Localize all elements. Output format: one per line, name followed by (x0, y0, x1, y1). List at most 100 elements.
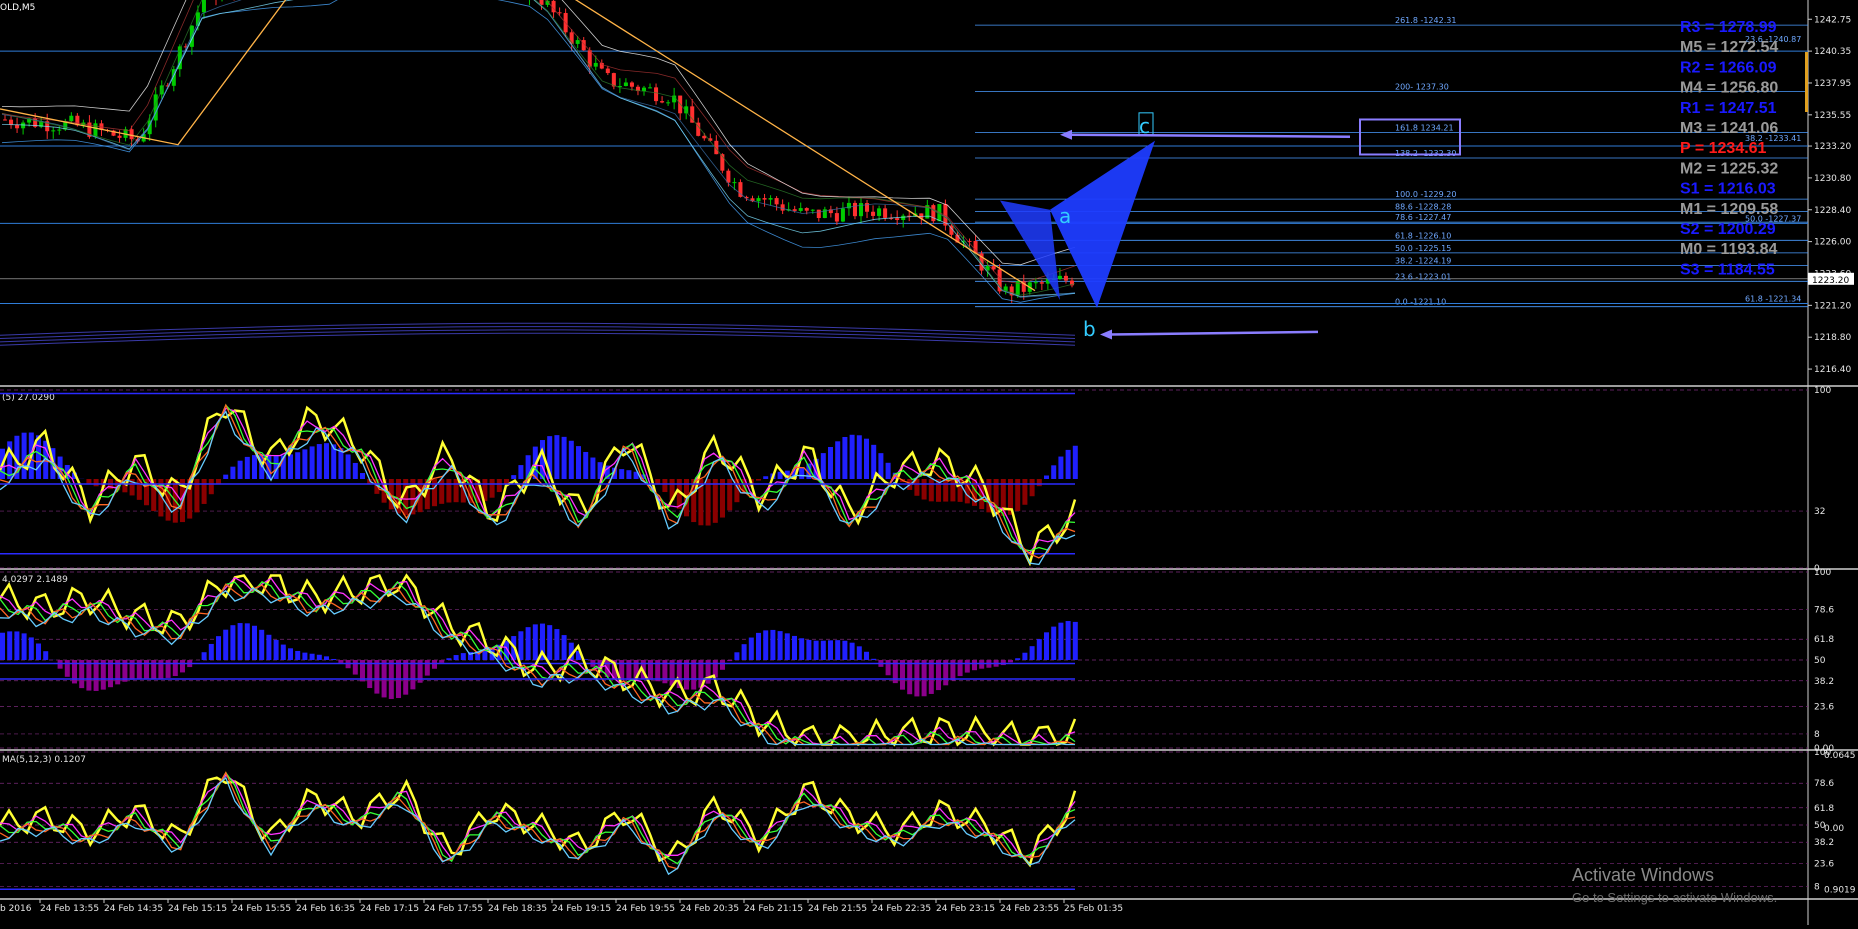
price-tick-label: 1240.35 (1814, 47, 1851, 57)
histogram-bar (857, 646, 862, 660)
histogram-bar (0, 633, 5, 660)
price-tick-label: 1218.80 (1814, 333, 1851, 343)
pivot-level-label: S2 = 1200.29 (1680, 221, 1776, 238)
histogram-bar (850, 435, 855, 479)
histogram-bar (446, 479, 451, 503)
candle (931, 204, 935, 224)
indicator-tick-label: 50 (1814, 656, 1826, 666)
histogram-bar (1030, 646, 1035, 660)
price-tick-label: 1226.00 (1814, 238, 1851, 248)
histogram-bar (569, 441, 574, 479)
histogram-bar (1015, 658, 1020, 660)
histogram-bar (785, 633, 790, 660)
histogram-bar (94, 660, 99, 691)
x-tick-label: 24 Feb 19:55 (616, 904, 675, 914)
price-tick-label: 1230.80 (1814, 174, 1851, 184)
candle-body (648, 87, 652, 88)
symbol-label: OLD,M5 (0, 3, 35, 13)
x-tick-label: 24 Feb 18:35 (488, 904, 547, 914)
axis-marker (1805, 52, 1808, 112)
histogram-bar (43, 651, 48, 660)
histogram-bar (302, 449, 307, 479)
histogram-bar (245, 623, 250, 660)
histogram-bar (936, 660, 941, 690)
histogram-bar (497, 479, 502, 492)
histogram-bar (425, 660, 430, 676)
candle-body (3, 119, 7, 120)
histogram-bar (338, 660, 343, 663)
pivot-level-label: M4 = 1256.80 (1680, 80, 1778, 97)
candle-body (1064, 276, 1068, 281)
histogram-bar (446, 658, 451, 660)
histogram-bar (814, 641, 819, 660)
x-tick-label: 24 Feb 23:15 (936, 904, 995, 914)
histogram-bar (144, 660, 149, 678)
histogram-bar (403, 660, 408, 695)
pivot-level-label: M0 = 1193.84 (1680, 241, 1778, 258)
candle-body (901, 216, 905, 220)
histogram-bar (216, 636, 221, 660)
histogram-bar (828, 447, 833, 479)
x-tick-label: 24 Feb 15:55 (232, 904, 291, 914)
histogram-bar (288, 648, 293, 660)
indicator-tick-label: 38.2 (1814, 677, 1834, 687)
histogram-bar (821, 641, 826, 660)
histogram-bar (799, 638, 804, 660)
histogram-bar (842, 641, 847, 660)
indicator-tick-label: 8 (1814, 882, 1820, 892)
candle-body (130, 129, 134, 139)
pivot-level-label: M1 = 1209.58 (1680, 201, 1778, 218)
price-tick-label: 1237.95 (1814, 79, 1851, 89)
histogram-bar (1073, 622, 1078, 660)
histogram-bar (7, 441, 12, 479)
histogram-bar (374, 660, 379, 694)
candle-body (202, 0, 206, 12)
candle-body (1040, 282, 1044, 283)
trading-chart-window[interactable]: 1242.751240.351237.951235.551233.201230.… (0, 0, 1858, 925)
pivot-level-label: P = 1234.61 (1680, 140, 1767, 157)
histogram-bar (180, 660, 185, 672)
histogram-bar (259, 630, 264, 660)
histogram-bar (353, 660, 358, 675)
candle-body (15, 125, 19, 129)
histogram-bar (223, 630, 228, 660)
histogram-bar (439, 660, 444, 663)
histogram-bar (230, 625, 235, 660)
histogram-bar (792, 636, 797, 660)
indicator-tick-label: 61.8 (1814, 635, 1834, 645)
histogram-bar (1037, 479, 1042, 486)
fib-level-label: 161.8 1234.21 (1395, 124, 1454, 133)
histogram-bar (734, 652, 739, 660)
candle-body (1058, 276, 1062, 279)
indicator-tick-label: 78.6 (1814, 606, 1834, 616)
histogram-bar (742, 644, 747, 660)
histogram-bar (29, 637, 34, 660)
histogram-bar (58, 660, 63, 669)
histogram-bar (518, 631, 523, 660)
histogram-bar (36, 643, 41, 660)
candle-body (69, 116, 73, 121)
histogram-bar (727, 660, 732, 661)
candle-body (853, 203, 857, 216)
histogram-bar (1066, 450, 1071, 479)
histogram-bar (310, 654, 315, 660)
histogram-bar (1022, 479, 1027, 505)
histogram-bar (691, 660, 696, 690)
histogram-bar (346, 454, 351, 479)
candle-body (841, 208, 845, 221)
fib-level-label: 23.6 -1223.01 (1395, 272, 1451, 281)
x-tick-label: 24 Feb 17:55 (424, 904, 483, 914)
fib-level-label: 261.8 -1242.31 (1395, 16, 1456, 25)
chart-canvas[interactable]: 1242.751240.351237.951235.551233.201230.… (0, 0, 1858, 925)
candle-body (835, 213, 839, 221)
price-tick-label: 1233.20 (1814, 142, 1851, 152)
candle-body (1034, 282, 1038, 283)
histogram-bar (324, 443, 329, 479)
histogram-bar (900, 660, 905, 690)
histogram-bar (338, 448, 343, 479)
x-tick-label: 24 Feb 17:15 (360, 904, 419, 914)
candle-body (654, 87, 658, 101)
histogram-bar (965, 660, 970, 673)
candle-body (883, 208, 887, 218)
histogram-bar (799, 467, 804, 479)
